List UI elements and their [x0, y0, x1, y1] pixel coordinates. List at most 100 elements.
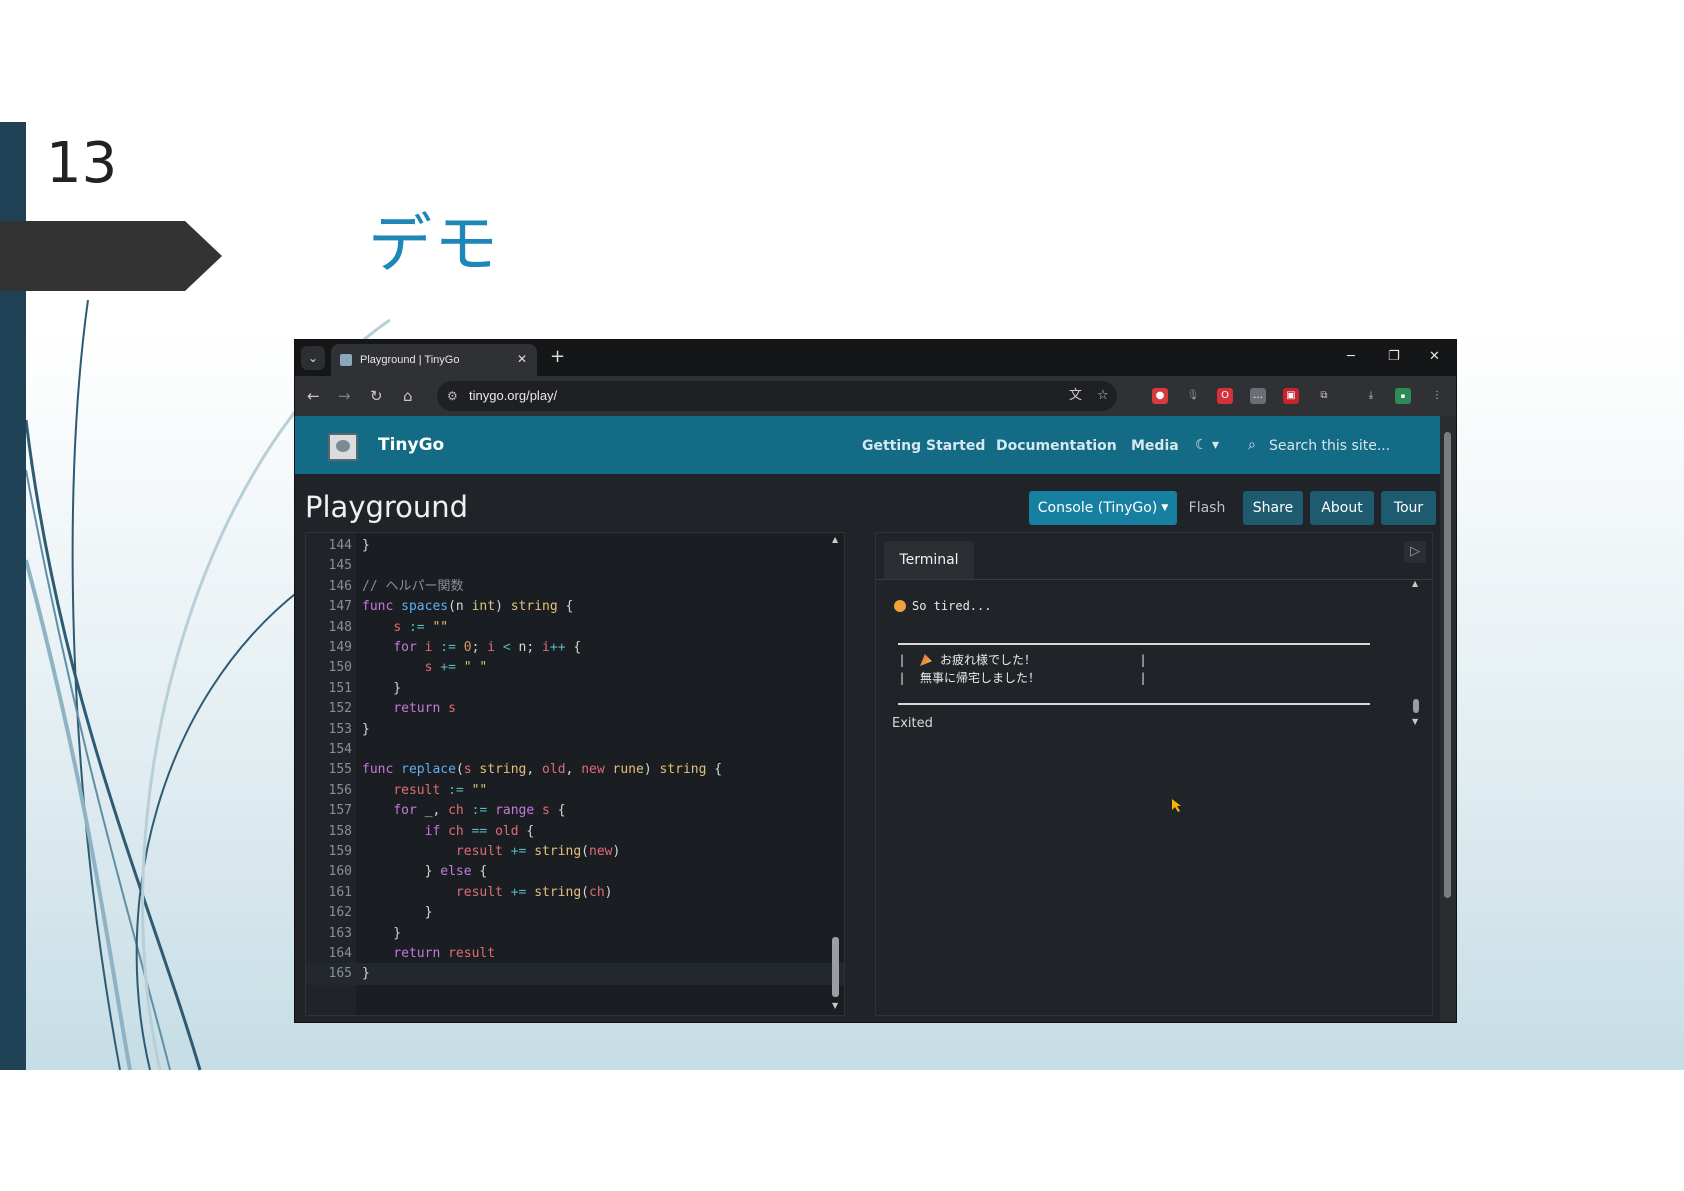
- console-dropdown-button[interactable]: Console (TinyGo) ▼: [1029, 491, 1177, 525]
- code-text[interactable]: }: [362, 678, 401, 700]
- extension-box-icon[interactable]: ▣: [1283, 388, 1299, 404]
- arrow-left-icon[interactable]: ←: [307, 386, 320, 406]
- line-number: 162: [328, 905, 352, 921]
- code-line[interactable]: 148 s := "": [306, 617, 844, 639]
- translate-icon[interactable]: 文: [1069, 387, 1082, 405]
- code-text[interactable]: }: [362, 535, 370, 557]
- code-text[interactable]: }: [362, 923, 401, 945]
- code-line[interactable]: 149 for i := 0; i < n; i++ {: [306, 637, 844, 659]
- share-button[interactable]: Share: [1243, 491, 1303, 525]
- about-button[interactable]: About: [1310, 491, 1374, 525]
- code-line[interactable]: 161 result += string(ch): [306, 882, 844, 904]
- profile-avatar[interactable]: ▪: [1395, 388, 1411, 404]
- flash-button[interactable]: Flash: [1179, 491, 1235, 525]
- extension-o-icon[interactable]: O: [1217, 388, 1233, 404]
- code-line[interactable]: 154: [306, 739, 844, 761]
- terminal-scroll-thumb[interactable]: [1413, 699, 1419, 713]
- chevron-down-icon[interactable]: ⌄: [301, 346, 325, 370]
- home-icon[interactable]: ⌂: [403, 386, 413, 406]
- code-text[interactable]: }: [362, 719, 370, 741]
- moon-icon[interactable]: ☾ ▾: [1195, 435, 1219, 455]
- tour-button[interactable]: Tour: [1381, 491, 1436, 525]
- tab-terminal[interactable]: Terminal: [884, 541, 974, 579]
- site-search-input[interactable]: [1267, 434, 1431, 458]
- scroll-down-icon[interactable]: ▼: [832, 1001, 838, 1010]
- minimize-icon[interactable]: ─: [1347, 348, 1355, 366]
- kebab-menu-icon[interactable]: ⋮: [1429, 388, 1445, 404]
- code-text[interactable]: // ヘルパー関数: [362, 576, 463, 598]
- tinygo-logo[interactable]: [328, 433, 358, 461]
- code-text[interactable]: for _, ch := range s {: [362, 800, 565, 822]
- scroll-up-icon[interactable]: ▲: [1412, 579, 1418, 588]
- code-text[interactable]: result := "": [362, 780, 487, 802]
- line-number: 157: [328, 803, 352, 819]
- editor-scrollbar[interactable]: ▲ ▼: [829, 533, 843, 1015]
- code-line[interactable]: 150 s += " ": [306, 657, 844, 679]
- terminal-panel: Terminal ▷ So tired... | | | | お疲れ様でした！ …: [875, 532, 1433, 1016]
- box-border-right: |: [1141, 653, 1146, 667]
- play-icon[interactable]: ▷: [1404, 541, 1426, 563]
- nav-media[interactable]: Media: [1131, 436, 1179, 456]
- plus-icon[interactable]: +: [550, 346, 565, 368]
- star-icon[interactable]: ☆: [1097, 387, 1109, 405]
- code-text[interactable]: result += string(ch): [362, 882, 613, 904]
- code-line[interactable]: 151 }: [306, 678, 844, 700]
- code-line[interactable]: 163 }: [306, 923, 844, 945]
- code-line[interactable]: 157 for _, ch := range s {: [306, 800, 844, 822]
- puzzle-icon[interactable]: ⧉: [1316, 388, 1332, 404]
- code-line[interactable]: 156 result := "": [306, 780, 844, 802]
- code-text[interactable]: s += " ": [362, 657, 488, 679]
- page-viewport: TinyGo Getting Started Documentation Med…: [295, 416, 1440, 1022]
- code-text[interactable]: return result: [362, 943, 495, 965]
- code-line[interactable]: 160 } else {: [306, 861, 844, 883]
- code-text[interactable]: return s: [362, 698, 456, 720]
- close-icon[interactable]: ✕: [517, 351, 527, 367]
- nav-documentation[interactable]: Documentation: [996, 436, 1117, 456]
- code-line[interactable]: 144}: [306, 535, 844, 557]
- code-text[interactable]: result += string(new): [362, 841, 620, 863]
- code-line[interactable]: 158 if ch == old {: [306, 821, 844, 843]
- download-icon[interactable]: ⤓: [1363, 388, 1379, 404]
- code-line[interactable]: 162 }: [306, 902, 844, 924]
- microphone-icon[interactable]: 🎙: [1185, 388, 1201, 404]
- code-line[interactable]: 155 func replace(s string, old, new rune)…: [306, 759, 844, 781]
- scroll-up-icon[interactable]: ▲: [832, 535, 838, 544]
- code-text[interactable]: func replace(s string, old, new rune) st…: [362, 759, 722, 781]
- extension-red-icon[interactable]: ●: [1152, 388, 1168, 404]
- tune-icon[interactable]: ⚙: [447, 387, 458, 405]
- code-line[interactable]: 164 return result: [306, 943, 844, 965]
- code-text[interactable]: func spaces(n int) string {: [362, 596, 573, 618]
- address-bar[interactable]: ⚙ tinygo.org/play/ 文 ☆: [437, 381, 1117, 411]
- editor-scroll-thumb[interactable]: [832, 937, 839, 997]
- url-text[interactable]: tinygo.org/play/: [469, 387, 557, 405]
- brand-name[interactable]: TinyGo: [378, 434, 444, 456]
- line-number: 164: [328, 946, 352, 961]
- code-line[interactable]: 153}: [306, 719, 844, 741]
- code-line[interactable]: 147 func spaces(n int) string {: [306, 596, 844, 618]
- page-scroll-thumb[interactable]: [1444, 432, 1451, 898]
- scroll-down-icon[interactable]: ▼: [1412, 717, 1418, 726]
- terminal-status: Exited: [892, 716, 933, 731]
- window-close-icon[interactable]: ✕: [1429, 348, 1440, 366]
- code-editor[interactable]: 144} 145 146// ヘルパー関数 147 func spaces(n int)…: [305, 532, 845, 1016]
- code-text[interactable]: s := "": [362, 617, 448, 639]
- code-line[interactable]: 165}: [306, 963, 844, 986]
- code-text[interactable]: if ch == old {: [362, 821, 535, 843]
- page-scrollbar[interactable]: [1440, 416, 1456, 1022]
- code-line[interactable]: 145: [306, 555, 844, 577]
- code-line[interactable]: 146 // ヘルパー関数: [306, 576, 844, 598]
- code-text[interactable]: } else {: [362, 861, 488, 883]
- code-text[interactable]: for i := 0; i < n; i++ {: [362, 637, 581, 659]
- code-line[interactable]: 152 return s: [306, 698, 844, 720]
- restore-icon[interactable]: ❐: [1388, 348, 1400, 366]
- browser-tab[interactable]: Playground | TinyGo ✕: [331, 344, 537, 376]
- reload-icon[interactable]: ↻: [370, 386, 383, 406]
- code-text[interactable]: }: [362, 902, 433, 924]
- code-text[interactable]: }: [362, 963, 370, 985]
- code-line[interactable]: 159 result += string(new): [306, 841, 844, 863]
- extension-chat-icon[interactable]: …: [1250, 388, 1266, 404]
- nav-getting-started[interactable]: Getting Started: [862, 436, 985, 456]
- line-number: 161: [328, 884, 352, 900]
- arrow-right-icon[interactable]: →: [338, 386, 351, 406]
- terminal-scrollbar[interactable]: ▲ ▼: [1410, 579, 1424, 729]
